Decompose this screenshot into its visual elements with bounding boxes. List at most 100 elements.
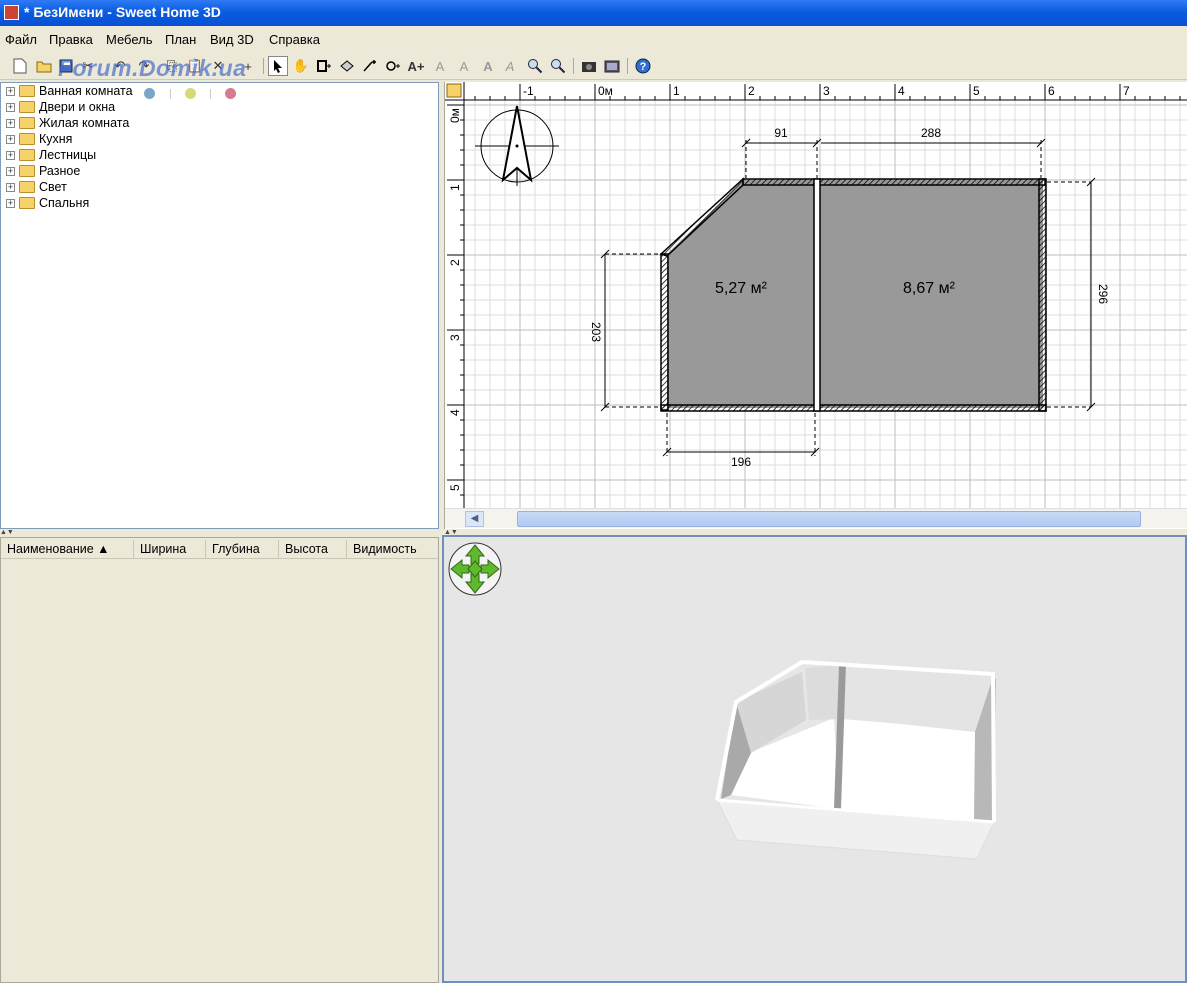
app-icon[interactable] — [4, 5, 19, 20]
dimension-288[interactable]: 288 — [921, 126, 941, 140]
menu-plan[interactable]: План — [165, 32, 196, 47]
menu-file[interactable]: Файл — [5, 32, 37, 47]
room-area-left[interactable]: 5,27 м² — [715, 280, 768, 297]
column-visibility[interactable]: Видимость — [347, 540, 438, 558]
expand-icon[interactable]: + — [6, 134, 15, 144]
ruler-x-label: 1 — [673, 84, 680, 98]
watermark: Forum.Domik.ua — [58, 55, 247, 81]
zoom-in-icon[interactable] — [525, 56, 545, 76]
ruler-y-label: 4 — [448, 409, 462, 416]
column-height[interactable]: Высота — [279, 540, 347, 558]
folder-icon — [19, 181, 35, 193]
svg-text:?: ? — [640, 61, 647, 73]
yellow-dot — [185, 88, 196, 99]
text-style-small-icon[interactable]: A — [454, 56, 474, 76]
ruler-y-label: 2 — [448, 259, 462, 266]
3d-house-model[interactable] — [715, 659, 996, 860]
furniture-table[interactable]: Наименование ▲ Ширина Глубина Высота Вид… — [0, 537, 439, 983]
create-labels-icon[interactable] — [383, 56, 403, 76]
toolbar-separator — [573, 58, 574, 74]
ruler-x-label: 6 — [1048, 84, 1055, 98]
red-dot — [225, 88, 236, 99]
menu-3d-view[interactable]: Вид 3D — [210, 32, 254, 47]
title-bar: * БезИмени - Sweet Home 3D — [0, 0, 1187, 26]
menu-help[interactable]: Справка — [269, 32, 320, 47]
italic-icon[interactable]: A — [500, 56, 520, 76]
bold-icon[interactable]: A — [478, 56, 498, 76]
toolbar-separator — [263, 58, 264, 74]
help-icon[interactable]: ? — [633, 56, 653, 76]
folder-icon — [19, 101, 35, 113]
left-splitter[interactable]: ▲▼ — [0, 529, 439, 536]
folder-icon — [19, 133, 35, 145]
create-rooms-icon[interactable] — [337, 56, 357, 76]
folder-icon — [19, 85, 35, 97]
expand-icon[interactable]: + — [6, 166, 15, 176]
create-photo-icon[interactable] — [579, 56, 599, 76]
navigation-arrows-icon[interactable] — [448, 542, 502, 596]
ruler-x-label: 7 — [1123, 84, 1130, 98]
dimension-91[interactable]: 91 — [774, 126, 788, 140]
plan-canvas[interactable]: -1 0м 1 2 3 4 5 6 7 0м 1 2 3 4 5 5,27 м² 8,67 м² — [445, 82, 1187, 508]
divider — [210, 89, 211, 99]
create-video-icon[interactable] — [602, 56, 622, 76]
ruler-y-label: 1 — [448, 184, 462, 191]
ruler-x-label: -1 — [523, 84, 534, 98]
furniture-catalog-tree[interactable]: + Ванная комната + Двери и окна + Жилая ком… — [0, 82, 439, 529]
catalog-category[interactable]: + Двери и окна — [6, 99, 115, 115]
ruler-y-label: 0м — [448, 108, 462, 123]
pan-icon[interactable]: ✋ — [291, 56, 311, 76]
expand-icon[interactable]: + — [6, 198, 15, 208]
catalog-category[interactable]: + Жилая комната — [6, 115, 129, 131]
room-area-right[interactable]: 8,67 м² — [903, 280, 956, 297]
scroll-thumb[interactable] — [517, 511, 1141, 527]
expand-icon[interactable]: + — [6, 182, 15, 192]
open-icon[interactable] — [34, 56, 54, 76]
catalog-category[interactable]: + Ванная комната — [6, 83, 133, 99]
create-walls-icon[interactable] — [314, 56, 334, 76]
folder-icon — [19, 165, 35, 177]
scroll-left-icon[interactable]: ◀ — [465, 511, 484, 527]
ruler-corner-icon — [446, 83, 462, 98]
catalog-category[interactable]: + Лестницы — [6, 147, 96, 163]
blue-dot — [144, 88, 155, 99]
ruler-x-label: 4 — [898, 84, 905, 98]
dimension-203[interactable]: 203 — [589, 322, 603, 342]
ruler-x-label: 2 — [748, 84, 755, 98]
ruler-x-label: 5 — [973, 84, 980, 98]
create-dimensions-icon[interactable] — [360, 56, 380, 76]
folder-icon — [19, 117, 35, 129]
column-depth[interactable]: Глубина — [206, 540, 279, 558]
text-style-icon[interactable]: A — [430, 56, 450, 76]
catalog-category[interactable]: + Спальня — [6, 195, 89, 211]
menu-furniture[interactable]: Мебель — [106, 32, 153, 47]
expand-icon[interactable]: + — [6, 102, 15, 112]
catalog-category[interactable]: + Кухня — [6, 131, 72, 147]
zoom-out-icon[interactable] — [548, 56, 568, 76]
dimension-296[interactable]: 296 — [1096, 284, 1110, 304]
ruler-x-label: 3 — [823, 84, 830, 98]
expand-icon[interactable]: + — [6, 118, 15, 128]
divider — [170, 89, 171, 99]
3d-canvas[interactable] — [444, 537, 1185, 981]
column-width[interactable]: Ширина — [134, 540, 206, 558]
folder-icon — [19, 149, 35, 161]
folder-icon — [19, 197, 35, 209]
select-icon[interactable] — [268, 56, 288, 76]
plan-view[interactable]: -1 0м 1 2 3 4 5 6 7 0м 1 2 3 4 5 5,27 м² 8,67 м² — [444, 82, 1187, 529]
catalog-category[interactable]: + Свет — [6, 179, 67, 195]
dimension-196[interactable]: 196 — [731, 455, 751, 469]
menu-bar: Файл Правка Мебель План Вид 3D Справка — [0, 28, 1187, 50]
menu-edit[interactable]: Правка — [49, 32, 93, 47]
expand-icon[interactable]: + — [6, 86, 15, 96]
add-text-icon[interactable]: A+ — [406, 56, 426, 76]
new-icon[interactable] — [10, 56, 30, 76]
3d-view[interactable] — [442, 535, 1187, 983]
catalog-category[interactable]: + Разное — [6, 163, 80, 179]
window-title: * БезИмени - Sweet Home 3D — [24, 4, 221, 20]
ruler-y-label: 5 — [448, 484, 462, 491]
toolbar-separator — [627, 58, 628, 74]
plan-horizontal-scrollbar[interactable]: ◀ — [445, 508, 1187, 528]
expand-icon[interactable]: + — [6, 150, 15, 160]
column-name[interactable]: Наименование ▲ — [1, 540, 134, 558]
